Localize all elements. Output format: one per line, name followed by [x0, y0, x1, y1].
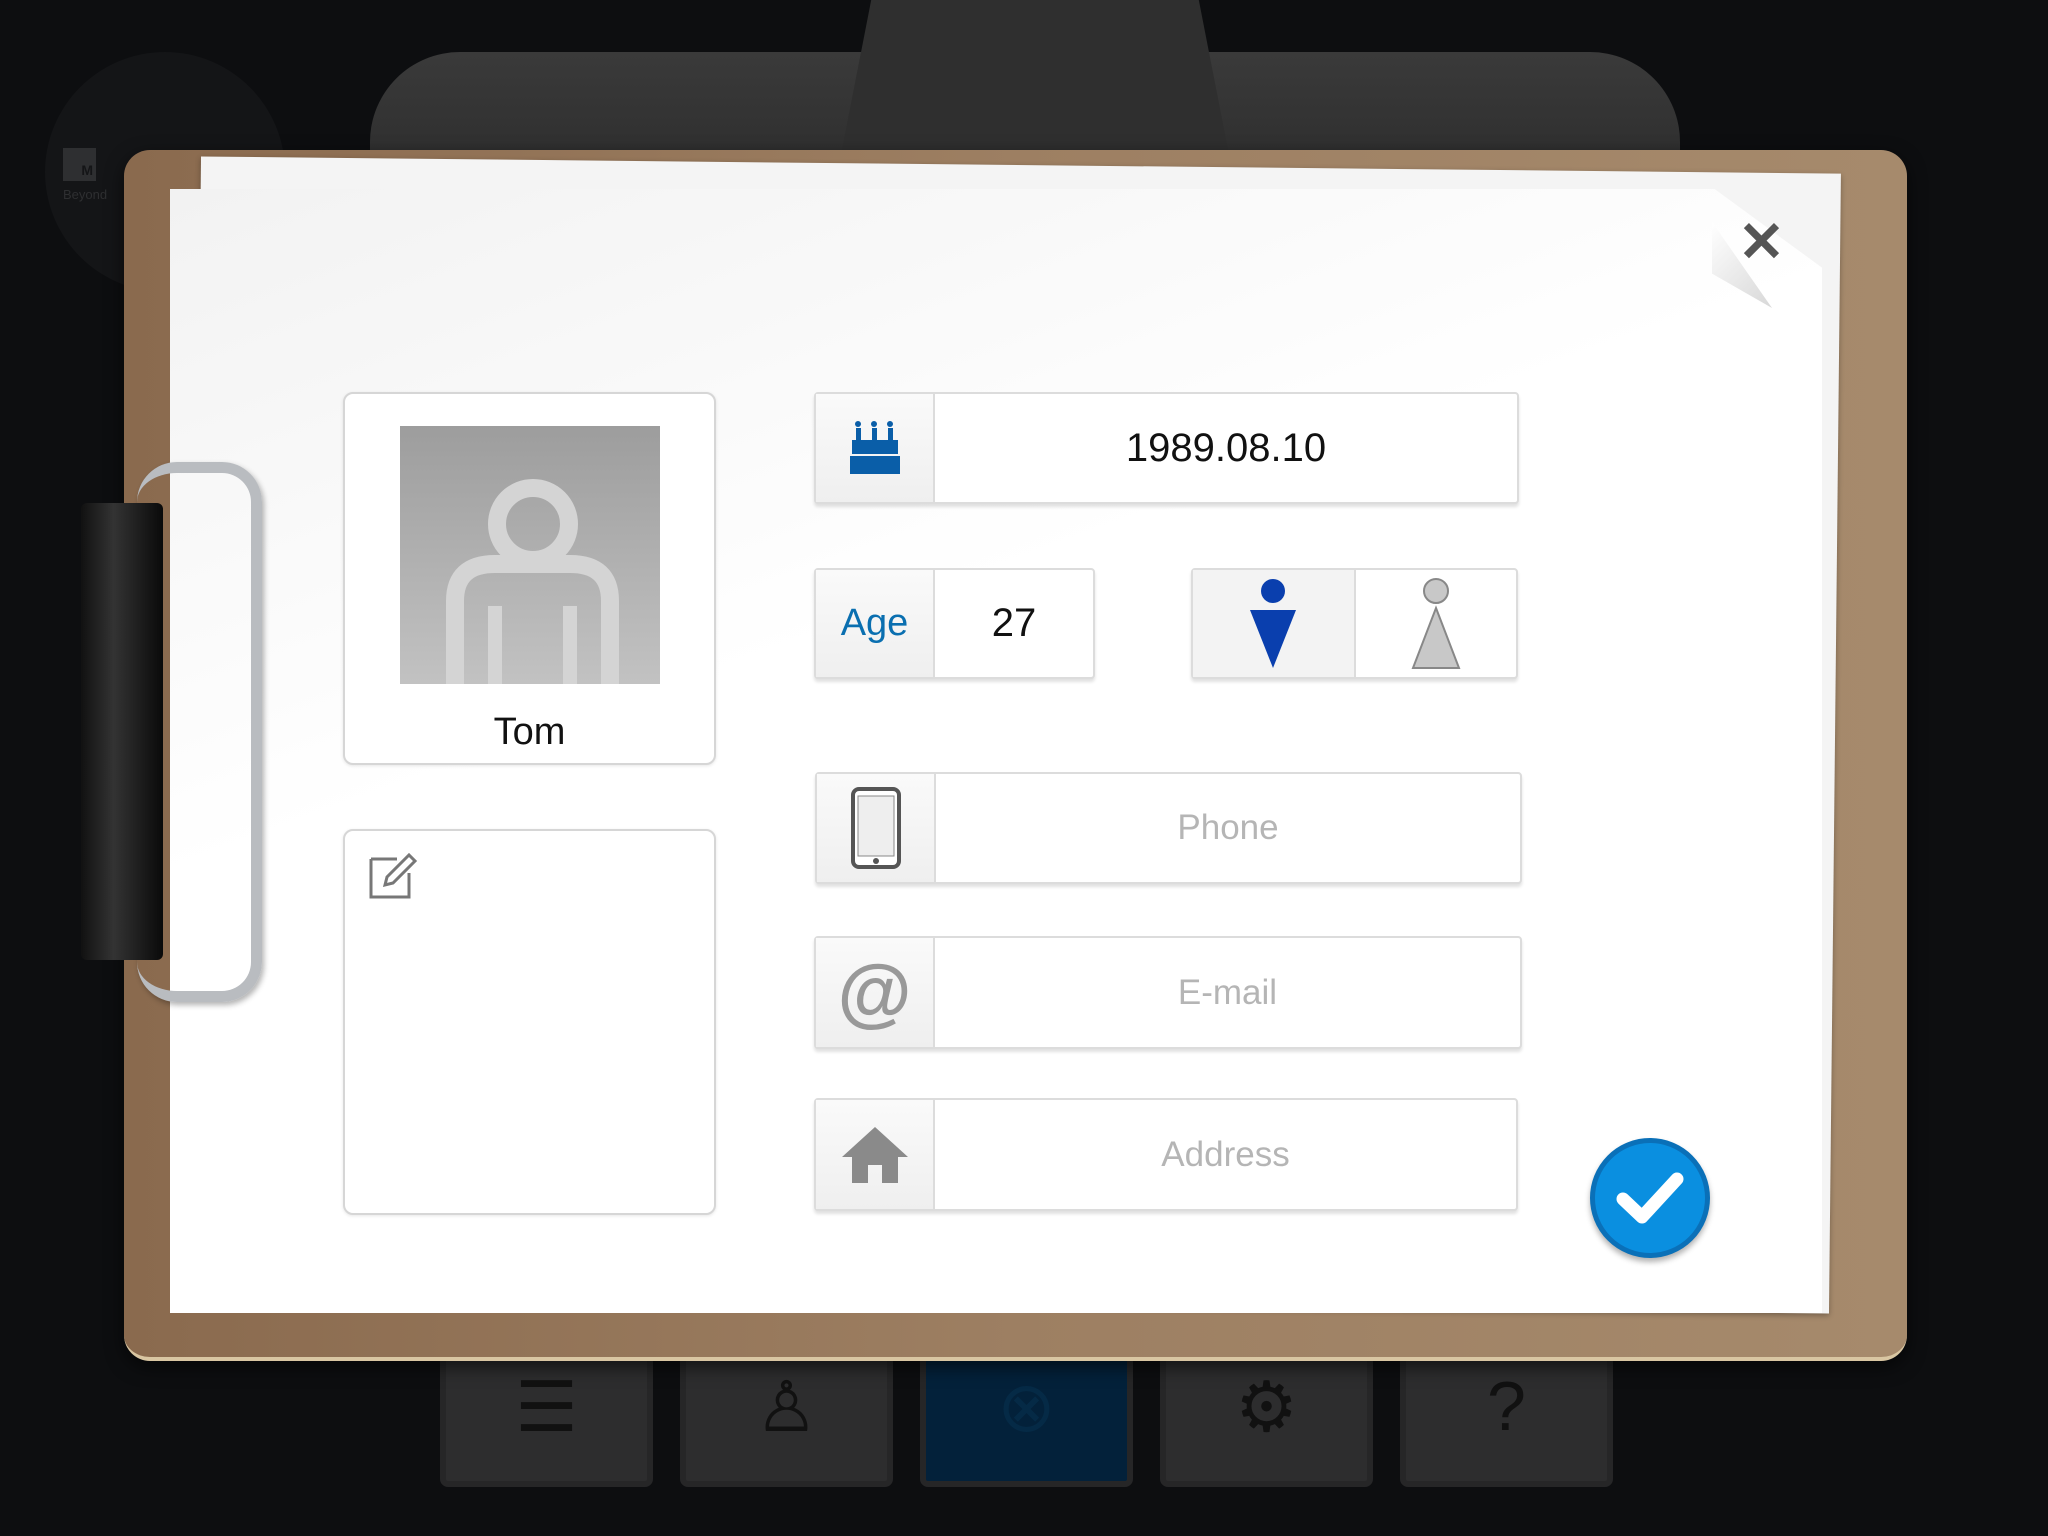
gender-selector[interactable]: [1191, 568, 1518, 679]
phone-field[interactable]: [815, 772, 1522, 884]
birthday-value: 1989.08.10: [1125, 425, 1327, 470]
top-panel-center: [840, 0, 1230, 160]
age-label: Age: [816, 570, 935, 677]
phone-icon: [817, 774, 936, 882]
edit-note-icon: [369, 852, 418, 899]
checkmark-icon: [1616, 1172, 1684, 1224]
tools-gear-icon: ⚙: [1235, 1368, 1298, 1446]
search-analysis-icon: ⊗: [997, 1368, 1056, 1446]
phone-input[interactable]: [936, 774, 1520, 882]
profile-name: Tom: [493, 711, 566, 753]
clip-bar: [81, 503, 163, 960]
age-field: Age 27: [814, 568, 1095, 679]
profile-photo-card[interactable]: Tom: [343, 392, 716, 765]
email-input[interactable]: [935, 938, 1520, 1047]
gender-male-button[interactable]: [1193, 570, 1356, 677]
address-input[interactable]: [935, 1100, 1516, 1209]
birthday-cake-icon: [816, 394, 935, 502]
at-icon: @: [816, 938, 935, 1047]
logo-tagline: Beyond: [63, 187, 108, 202]
list-edit-icon: ☰: [515, 1368, 578, 1446]
email-field[interactable]: @: [814, 936, 1522, 1049]
person-icon: ♙: [755, 1368, 818, 1446]
logo: M: [63, 148, 96, 181]
male-icon: [1250, 578, 1297, 668]
close-icon[interactable]: ✕: [1738, 214, 1785, 270]
gender-female-button[interactable]: [1356, 570, 1517, 677]
confirm-button[interactable]: [1590, 1138, 1710, 1258]
home-icon: [816, 1100, 935, 1209]
avatar-placeholder-icon[interactable]: [400, 426, 660, 684]
female-icon: [1411, 577, 1461, 669]
birthday-field[interactable]: 1989.08.10: [814, 392, 1519, 504]
notes-area[interactable]: [343, 829, 716, 1215]
address-field[interactable]: [814, 1098, 1518, 1211]
age-value: 27: [991, 601, 1037, 645]
help-search-icon: ?: [1487, 1367, 1526, 1445]
